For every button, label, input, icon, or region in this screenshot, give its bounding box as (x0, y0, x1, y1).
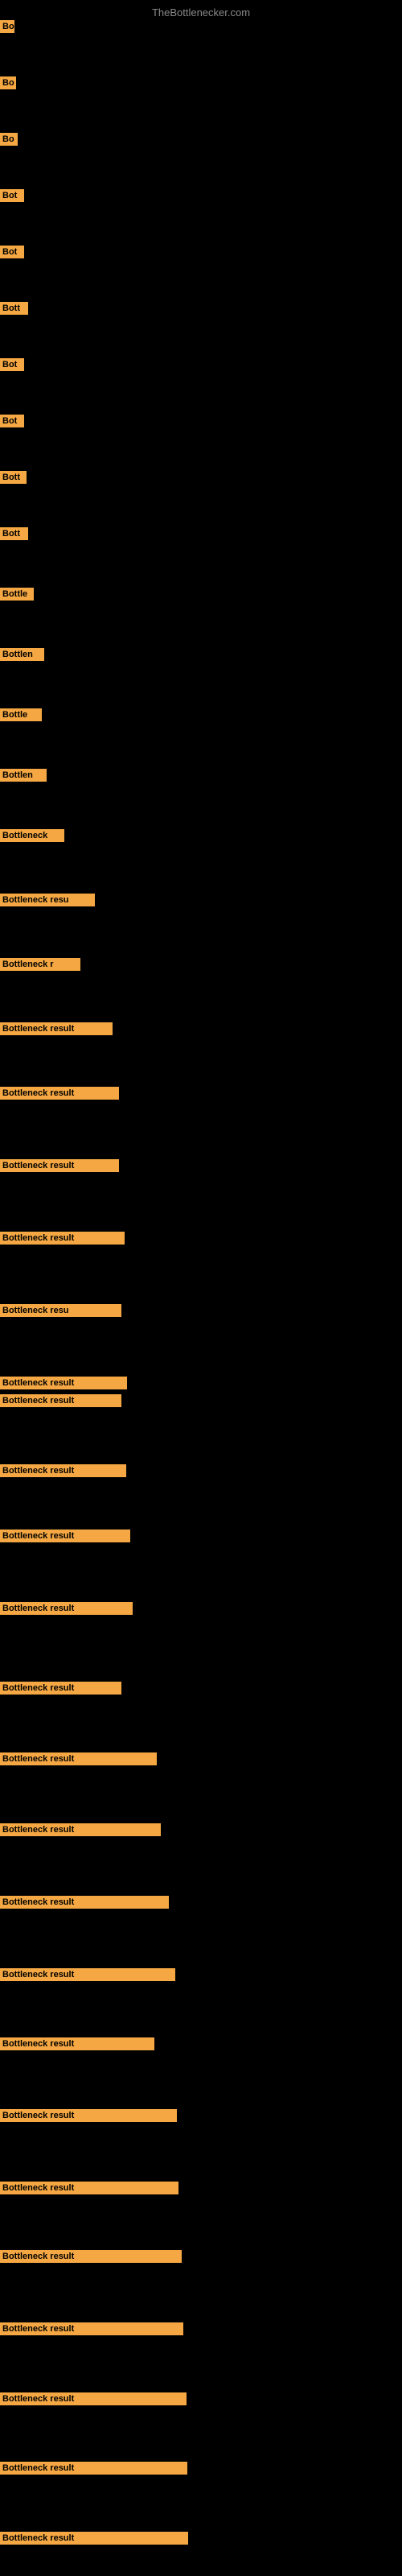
bar-item: Bottleneck result (0, 1682, 121, 1699)
bar-item: Bottleneck result (0, 2182, 178, 2198)
bar-item: Bottleneck result (0, 1087, 119, 1104)
bar-item: Bottleneck result (0, 1394, 121, 1411)
bar-label: Bo (0, 76, 16, 89)
bar-label: Bottleneck result (0, 1602, 133, 1615)
bar-item: Bottleneck (0, 829, 64, 846)
bar-label: Bottlen (0, 648, 44, 661)
bar-label: Bo (0, 133, 18, 146)
bar-item: Bottleneck result (0, 2037, 154, 2054)
bar-label: Bottleneck result (0, 1530, 130, 1542)
bar-item: Bot (0, 189, 24, 206)
bar-item: Bottleneck result (0, 2532, 188, 2549)
bar-item: Bo (0, 20, 14, 37)
bar-item: Bottle (0, 708, 42, 725)
bar-item: Bottleneck result (0, 1530, 130, 1546)
bar-item: Bottleneck result (0, 2109, 177, 2126)
bar-label: Bottleneck result (0, 1022, 113, 1035)
bar-label: Bot (0, 358, 24, 371)
bar-label: Bottleneck result (0, 1752, 157, 1765)
bar-label: Bottleneck resu (0, 894, 95, 906)
bar-label: Bottleneck result (0, 2462, 187, 2475)
bar-item: Bot (0, 415, 24, 431)
bar-label: Bottleneck result (0, 1394, 121, 1407)
bar-label: Bottleneck result (0, 1377, 127, 1389)
bar-item: Bottleneck result (0, 2462, 187, 2479)
bar-label: Bot (0, 189, 24, 202)
bar-label: Bottleneck result (0, 1823, 161, 1836)
bar-item: Bottleneck r (0, 958, 80, 975)
bar-label: Bottleneck result (0, 1682, 121, 1695)
bar-label: Bottleneck result (0, 2392, 187, 2405)
bar-label: Bo (0, 20, 14, 33)
bar-label: Bottleneck result (0, 1159, 119, 1172)
bar-label: Bott (0, 471, 27, 484)
bar-label: Bottleneck r (0, 958, 80, 971)
bar-item: Bottleneck result (0, 1968, 175, 1985)
bar-item: Bottlen (0, 648, 44, 665)
bar-item: Bot (0, 246, 24, 262)
bar-item: Bottleneck result (0, 1232, 125, 1249)
bar-item: Bottleneck result (0, 1752, 157, 1769)
bar-item: Bottleneck result (0, 1602, 133, 1619)
bar-label: Bott (0, 527, 28, 540)
bar-item: Bottleneck result (0, 1464, 126, 1481)
bar-item: Bottlen (0, 769, 47, 786)
bar-item: Bo (0, 133, 18, 150)
bar-label: Bottleneck (0, 829, 64, 842)
bar-item: Bottle (0, 588, 34, 605)
bar-label: Bottleneck result (0, 1464, 126, 1477)
bar-label: Bottleneck result (0, 1896, 169, 1909)
bar-item: Bottleneck result (0, 1823, 161, 1840)
bar-item: Bottleneck resu (0, 894, 95, 910)
bar-item: Bottleneck resu (0, 1304, 121, 1321)
bar-label: Bottleneck result (0, 2109, 177, 2122)
bar-label: Bottleneck result (0, 1232, 125, 1245)
bar-item: Bottleneck result (0, 1896, 169, 1913)
bar-label: Bottleneck result (0, 1968, 175, 1981)
bar-label: Bottleneck result (0, 2182, 178, 2194)
bar-label: Bott (0, 302, 28, 315)
bar-item: Bott (0, 302, 28, 319)
bar-label: Bottle (0, 588, 34, 601)
bar-label: Bottleneck resu (0, 1304, 121, 1317)
bar-label: Bottle (0, 708, 42, 721)
bar-item: Bott (0, 527, 28, 544)
bar-item: Bott (0, 471, 27, 488)
bar-item: Bottleneck result (0, 2250, 182, 2267)
bar-label: Bot (0, 246, 24, 258)
bar-item: Bottleneck result (0, 2392, 187, 2409)
bar-label: Bot (0, 415, 24, 427)
bar-item: Bot (0, 358, 24, 375)
bar-label: Bottleneck result (0, 2532, 188, 2545)
bar-item: Bottleneck result (0, 2322, 183, 2339)
bar-label: Bottleneck result (0, 2250, 182, 2263)
bar-item: Bottleneck result (0, 1159, 119, 1176)
site-title: TheBottlenecker.com (152, 6, 250, 19)
bar-item: Bo (0, 76, 16, 93)
bar-label: Bottleneck result (0, 1087, 119, 1100)
bar-item: Bottleneck result (0, 1377, 127, 1393)
bar-label: Bottleneck result (0, 2037, 154, 2050)
bar-item: Bottleneck result (0, 1022, 113, 1039)
bar-label: Bottleneck result (0, 2322, 183, 2335)
bar-label: Bottlen (0, 769, 47, 782)
